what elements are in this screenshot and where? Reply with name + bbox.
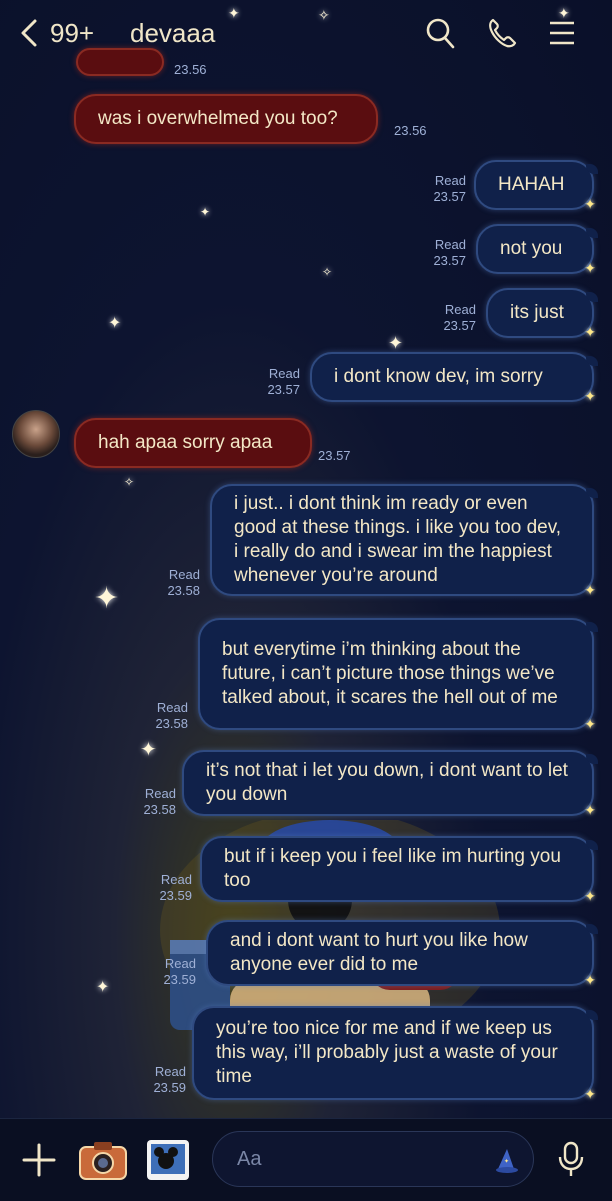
message-text: hah apaa sorry apaa [98, 432, 273, 453]
message-text: it’s not that i let you down, i dont wan… [206, 760, 568, 805]
message-bubble-sent[interactable]: you’re too nice for me and if we keep us… [192, 1006, 598, 1106]
message-read-status: Read 23.57 [443, 302, 476, 333]
message-text: i just.. i dont think im ready or even g… [234, 493, 562, 586]
message-read-status: Read 23.57 [433, 237, 466, 268]
message-text: you’re too nice for me and if we keep us… [216, 1018, 558, 1087]
contact-avatar[interactable] [12, 410, 60, 458]
microphone-icon [558, 1141, 584, 1176]
message-read-status: Read 23.59 [153, 1064, 186, 1095]
message-list[interactable]: 23.56 was i overwhelmed you too? 23.56 R… [0, 0, 612, 1120]
message-text: was i overwhelmed you too? [98, 108, 338, 129]
message-bubble-sent[interactable]: and i dont want to hurt you like how any… [206, 920, 598, 992]
photo-button[interactable] [144, 1137, 192, 1183]
message-bubble-sent[interactable]: but if i keep you i feel like im hurting… [200, 836, 598, 908]
plus-icon [22, 1143, 56, 1177]
message-text: its just [510, 302, 564, 323]
message-read-status: Read 23.58 [155, 700, 188, 731]
message-text: and i dont want to hurt you like how any… [230, 930, 528, 975]
message-text: but if i keep you i feel like im hurting… [224, 846, 561, 891]
message-time: 23.57 [318, 448, 351, 463]
message-input[interactable]: Aa [212, 1131, 534, 1187]
photo-icon [147, 1140, 189, 1180]
message-text: i dont know dev, im sorry [334, 366, 543, 387]
message-read-status: Read 23.59 [159, 872, 192, 903]
message-time: 23.56 [174, 62, 207, 77]
message-bubble-received[interactable]: hah apaa sorry apaa [74, 418, 312, 468]
message-read-status: Read 23.58 [167, 567, 200, 598]
sticker-button[interactable]: ✦ [494, 1147, 520, 1175]
message-bubble-sent[interactable]: not you [476, 224, 598, 280]
message-bubble-sent[interactable]: its just [486, 288, 598, 344]
message-bubble-sent[interactable]: HAHAH [474, 160, 598, 216]
message-read-status: Read 23.58 [143, 786, 176, 817]
message-read-status: Read 23.57 [433, 173, 466, 204]
message-bubble-sent[interactable]: but everytime i’m thinking about the fut… [198, 618, 598, 736]
message-bubble-sent[interactable]: it’s not that i let you down, i dont wan… [182, 750, 598, 822]
message-bubble-received[interactable]: was i overwhelmed you too? [74, 94, 378, 144]
message-read-status: Read 23.57 [267, 366, 300, 397]
message-bubble-sent[interactable]: i just.. i dont think im ready or even g… [210, 484, 598, 602]
message-bubble-clipped[interactable] [76, 48, 164, 76]
wizard-hat-icon: ✦ [496, 1149, 518, 1173]
add-button[interactable] [22, 1143, 56, 1177]
message-input-placeholder: Aa [237, 1147, 262, 1170]
composer-bar: Aa ✦ [0, 1118, 612, 1201]
camera-icon [79, 1142, 127, 1180]
message-read-status: Read 23.59 [163, 956, 196, 987]
svg-text:✦: ✦ [504, 1158, 509, 1165]
voice-message-button[interactable] [556, 1141, 586, 1179]
message-text: not you [500, 238, 563, 259]
message-time: 23.56 [394, 123, 427, 138]
message-text: but everytime i’m thinking about the fut… [222, 639, 558, 708]
message-text: HAHAH [498, 174, 565, 195]
message-bubble-sent[interactable]: i dont know dev, im sorry [310, 352, 598, 408]
camera-button[interactable] [78, 1139, 128, 1181]
